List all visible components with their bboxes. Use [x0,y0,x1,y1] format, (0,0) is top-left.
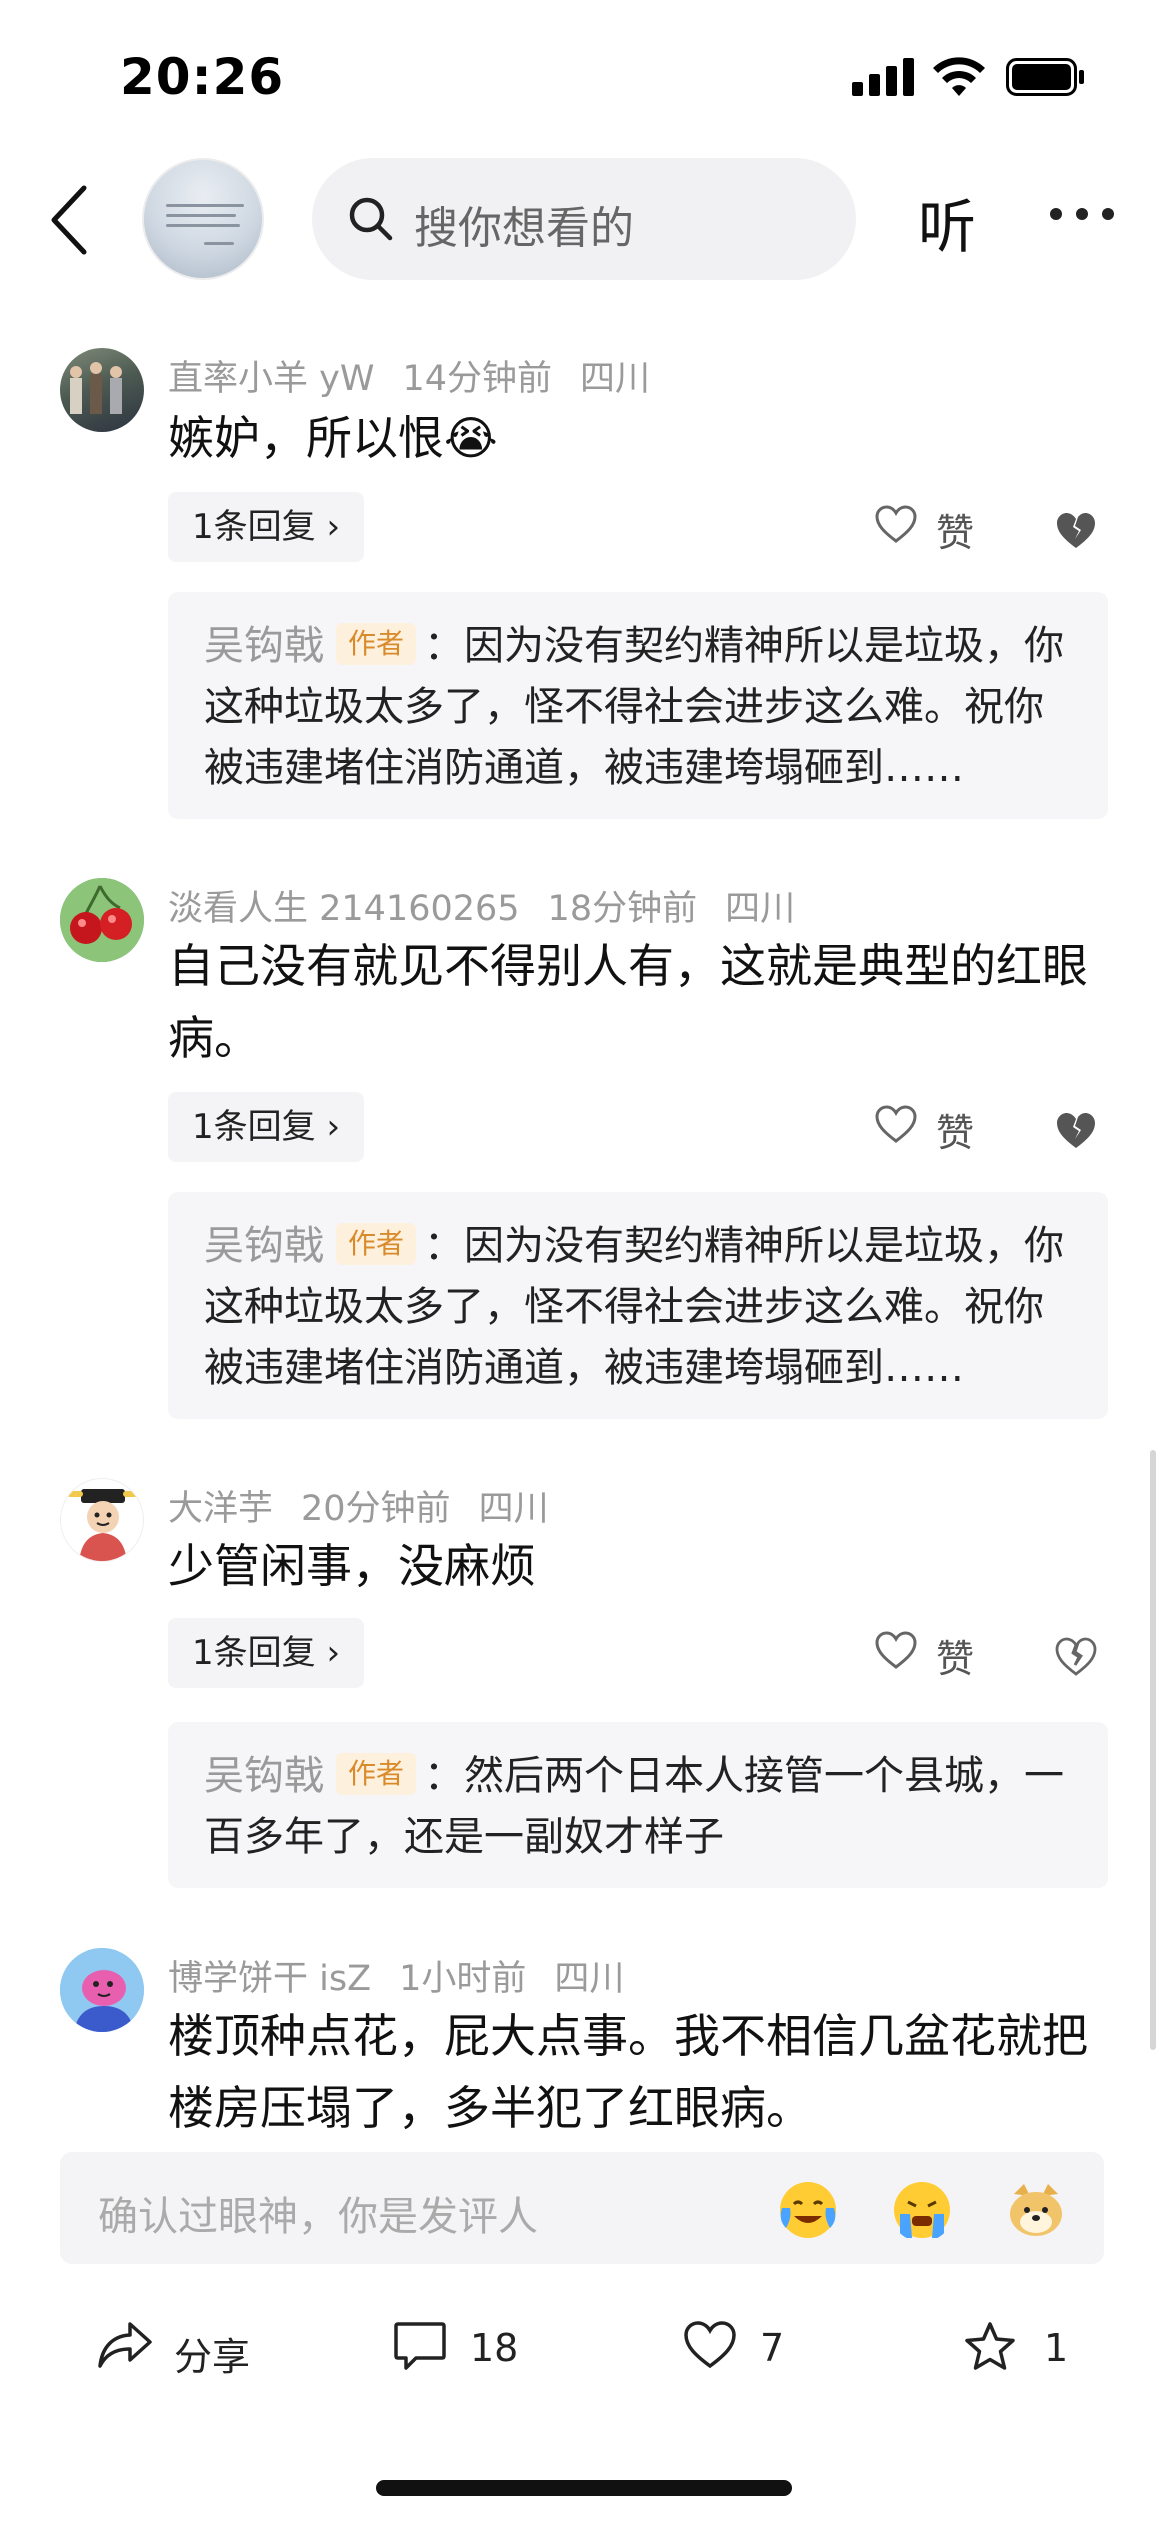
comment-time: 18分钟前 [547,889,698,929]
doge-emoji-icon[interactable] [1004,2178,1068,2242]
reply-author[interactable]: 吴钩戟 [204,1223,324,1269]
comment-count: 18 [470,2326,519,2370]
username[interactable]: 博学饼干 isZ [168,1959,371,1999]
like-button[interactable]: 赞 [874,1624,984,1681]
comment-time: 20分钟前 [301,1489,451,1529]
favorite-button[interactable]: 1 [962,2320,1082,2380]
username[interactable]: 大洋芋 [168,1489,273,1529]
like-count: 7 [760,2326,785,2370]
heart-outline-icon [875,505,917,543]
heart-outline-icon [875,1105,917,1143]
top-navigation: 搜你想看的 听 [0,150,1170,290]
reply-author[interactable]: 吴钩戟 [204,1753,324,1799]
comment-bubble-icon [394,2322,446,2370]
reply-preview[interactable]: 吴钩戟 作者 ：因为没有契约精神所以是垃圾，你这种垃圾太多了，怪不得社会进步这么难。… [168,1192,1108,1419]
reply-text: ：因为没有契约精神所以是垃圾，你这种垃圾太多了，怪不得社会进步这么难。祝你被违建… [204,1223,1065,1391]
author-badge: 作者 [336,623,417,665]
comment-location: 四川 [580,359,651,399]
comment-text: 少管闲事，没麻烦 [168,1539,536,1593]
like-button[interactable]: 赞 [874,498,984,555]
like-label: 赞 [936,1111,975,1155]
comment-meta: 淡看人生 214160265 18分钟前 四川 [168,880,823,931]
broken-heart-icon[interactable] [1054,508,1098,552]
comment-time: 14分钟前 [402,359,552,399]
author-badge: 作者 [336,1223,417,1265]
reply-author[interactable]: 吴钩戟 [204,623,324,669]
share-label: 分享 [174,2335,251,2379]
username[interactable]: 直率小羊 yW [168,359,374,399]
listen-button[interactable]: 听 [918,180,976,264]
search-placeholder: 搜你想看的 [414,203,634,254]
user-avatar[interactable] [60,1478,144,1562]
heart-outline-icon [875,1631,917,1669]
view-replies-button[interactable]: 1条回复 › [168,1092,365,1162]
reply-text: ：因为没有契约精神所以是垃圾，你这种垃圾太多了，怪不得社会进步这么难。祝你被违建… [204,623,1065,791]
comment-text: 楼顶种点花，屁大点事。我不相信几盆花就把楼房压塌了，多半犯了红眼病。 [168,2009,1088,2135]
sobbing-emoji-icon[interactable] [890,2178,954,2242]
comment-input-placeholder: 确认过眼神，你是发评人 [98,2194,538,2240]
like-post-button[interactable]: 7 [682,2320,822,2380]
user-avatar[interactable] [60,348,144,432]
share-icon [98,2322,152,2368]
view-replies-button[interactable]: 1条回复 › [168,492,365,562]
like-button[interactable]: 赞 [874,1098,984,1155]
comment-location: 四川 [478,1489,549,1529]
home-indicator[interactable] [376,2480,792,2496]
user-avatar[interactable] [60,878,144,962]
comment-input[interactable]: 确认过眼神，你是发评人 [60,2152,1104,2264]
share-button[interactable]: 分享 [96,2320,266,2380]
broken-heart-icon[interactable] [1054,1108,1098,1152]
author-avatar[interactable] [142,158,264,280]
status-time: 20:26 [120,48,285,106]
star-icon [965,2322,1015,2370]
wifi-icon [933,57,985,96]
reply-preview[interactable]: 吴钩戟 作者 ：然后两个日本人接管一个县城，一百多年了，还是一副奴才样子 [168,1722,1108,1888]
signal-icon [852,58,914,96]
scrollbar[interactable] [1150,1450,1156,2050]
username[interactable]: 淡看人生 214160265 [168,889,520,929]
search-icon [349,197,393,241]
comment-text: 自己没有就见不得别人有，这就是典型的红眼病。 [168,939,1088,1065]
heart-icon [684,2321,736,2369]
user-avatar[interactable] [60,1948,144,2032]
comment-meta: 直率小羊 yW 14分钟前 四川 [168,350,678,401]
status-bar: 20:26 [0,0,1170,150]
crying-laughing-emoji-icon[interactable] [776,2178,840,2242]
broken-heart-outline-icon[interactable] [1054,1634,1098,1678]
comment-location: 四川 [554,1959,625,1999]
comment-text: 嫉妒，所以恨😭 [168,411,498,465]
bottom-action-bar: 分享 18 7 1 [0,2290,1170,2410]
back-arrow-icon[interactable] [40,180,100,260]
author-badge: 作者 [336,1753,417,1795]
like-label: 赞 [936,511,975,555]
comment-location: 四川 [725,889,796,929]
view-replies-button[interactable]: 1条回复 › [168,1618,365,1688]
comment-meta: 博学饼干 isZ 1小时前 四川 [168,1950,652,2001]
favorite-count: 1 [1044,2326,1069,2370]
comment-meta: 大洋芋 20分钟前 四川 [168,1480,577,1531]
like-label: 赞 [936,1637,975,1681]
comment-time: 1小时前 [399,1959,527,1999]
comments-button[interactable]: 18 [392,2320,542,2380]
reply-preview[interactable]: 吴钩戟 作者 ：因为没有契约精神所以是垃圾，你这种垃圾太多了，怪不得社会进步这么难。… [168,592,1108,819]
reply-text: ：然后两个日本人接管一个县城，一百多年了，还是一副奴才样子 [204,1753,1065,1860]
search-input[interactable]: 搜你想看的 [312,158,856,280]
more-options-icon[interactable] [1050,208,1114,224]
battery-icon [1006,58,1084,96]
